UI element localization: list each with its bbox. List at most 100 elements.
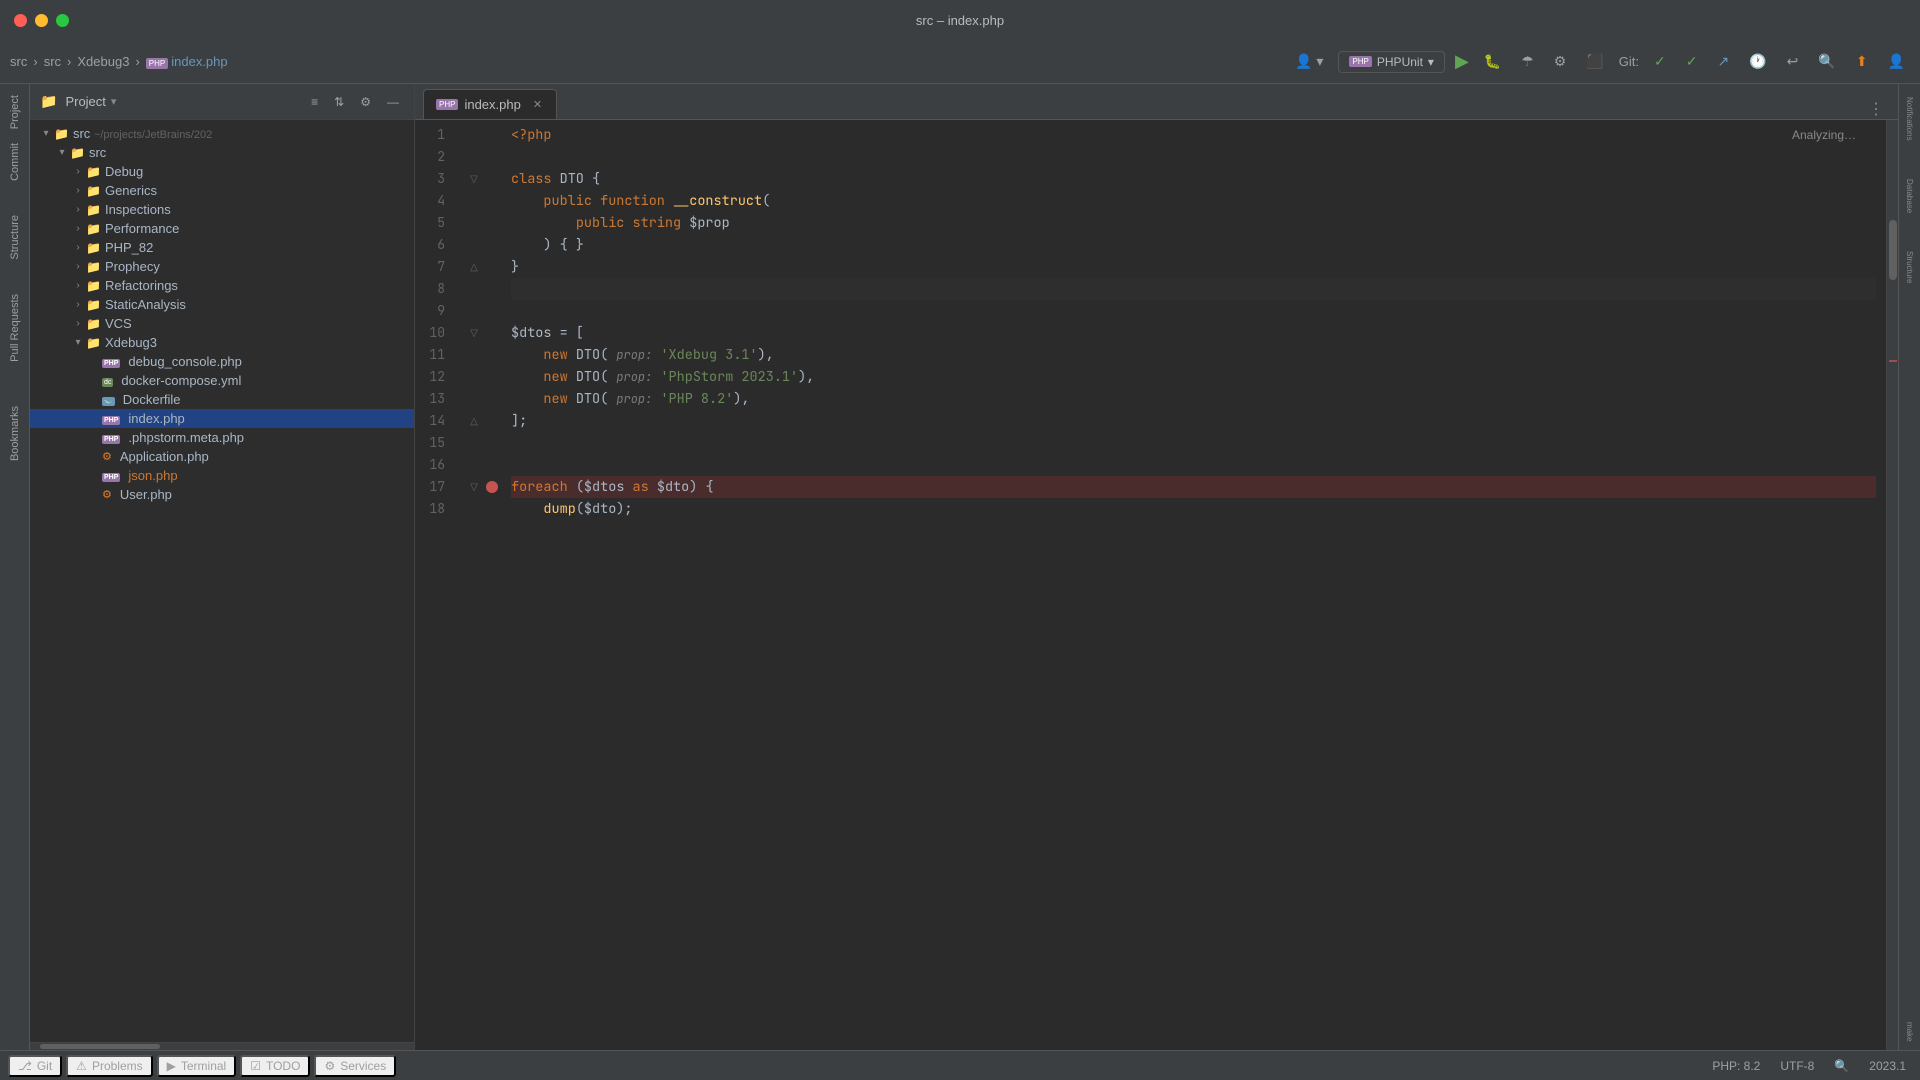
editor-scrollbar[interactable]: [1886, 120, 1898, 1050]
code-line-4: public function __construct(: [511, 190, 1876, 212]
update-button[interactable]: ⬆: [1851, 50, 1873, 73]
php-version[interactable]: PHP: 8.2: [1706, 1059, 1766, 1073]
code-editor[interactable]: <?php class DTO { public function __cons…: [501, 120, 1886, 1050]
tree-item-inspections[interactable]: › 📁 Inspections: [30, 200, 414, 219]
fold-arrow-3[interactable]: ▽: [465, 168, 483, 190]
sidebar-tab-pullrequests[interactable]: Pull Requests: [6, 288, 24, 368]
git-statusbar-icon: ⎇: [18, 1059, 32, 1073]
run-button[interactable]: ▶: [1455, 51, 1469, 72]
fold-arrow-14[interactable]: △: [465, 410, 483, 432]
bp-17[interactable]: [483, 476, 501, 498]
tree-item-index-php[interactable]: PHP index.php: [30, 409, 414, 428]
tree-item-performance[interactable]: › 📁 Performance: [30, 219, 414, 238]
git-check2-button[interactable]: ✓: [1681, 50, 1703, 73]
sidebar-tab-structure-right[interactable]: Structure: [1903, 243, 1916, 291]
close-button[interactable]: [14, 14, 27, 27]
tree-item-debug-console[interactable]: PHP debug_console.php: [30, 352, 414, 371]
tree-item-xdebug3[interactable]: ▾ 📁 Xdebug3: [30, 333, 414, 352]
sidebar-tab-commit[interactable]: Commit: [6, 137, 24, 187]
maximize-button[interactable]: [56, 14, 69, 27]
code-line-1: <?php: [511, 124, 1876, 146]
debug-button[interactable]: 🐛: [1479, 50, 1506, 73]
tree-item-json-php[interactable]: PHP json.php: [30, 466, 414, 485]
sort-button[interactable]: ⇅: [329, 92, 349, 112]
sidebar-tab-bookmarks[interactable]: Bookmarks: [6, 400, 24, 467]
terminal-button[interactable]: ▶ Terminal: [157, 1055, 237, 1077]
fold-arrow-7[interactable]: △: [465, 256, 483, 278]
collapse-all-button[interactable]: ≡: [306, 92, 323, 112]
line-separator[interactable]: 🔍: [1828, 1059, 1855, 1073]
stop-button[interactable]: ⬛: [1581, 50, 1608, 73]
tree-item-generics[interactable]: › 📁 Generics: [30, 181, 414, 200]
services-button[interactable]: ⚙ Services: [314, 1055, 396, 1077]
rollback-button[interactable]: ↩: [1782, 50, 1804, 73]
todo-icon: ☑: [250, 1059, 261, 1073]
tree-item-user-php[interactable]: ⚙ User.php: [30, 485, 414, 504]
tree-item-root[interactable]: ▾ 📁 src ~/projects/JetBrains/202: [30, 124, 414, 143]
search-button[interactable]: 🔍: [1813, 50, 1840, 73]
tree-item-staticanalysis[interactable]: › 📁 StaticAnalysis: [30, 295, 414, 314]
project-tree: ▾ 📁 src ~/projects/JetBrains/202 ▾ 📁 src…: [30, 120, 414, 1042]
code-line-18: dump($dto);: [511, 498, 1876, 520]
sidebar-tab-project[interactable]: Project: [6, 89, 24, 135]
problems-icon: ⚠: [76, 1059, 87, 1073]
bp-13: [483, 388, 501, 410]
sidebar-tab-database[interactable]: Database: [1903, 171, 1916, 221]
hide-panel-button[interactable]: —: [382, 92, 404, 112]
file-icon-index-php: PHP: [102, 413, 120, 425]
tree-item-php82[interactable]: › 📁 PHP_82: [30, 238, 414, 257]
project-header-actions: ≡ ⇅ ⚙ —: [306, 92, 404, 112]
tree-item-debug[interactable]: › 📁 Debug: [30, 162, 414, 181]
scrollbar-thumb[interactable]: [1889, 220, 1897, 280]
left-sidebar-icons: Project Commit Structure Pull Requests B…: [0, 84, 30, 1050]
tree-item-application-php[interactable]: ⚙ Application.php: [30, 447, 414, 466]
tab-index-php[interactable]: PHP index.php ✕: [423, 89, 557, 119]
folder-icon-inspections: 📁: [86, 203, 101, 217]
tree-item-phpstorm-meta[interactable]: PHP .phpstorm.meta.php: [30, 428, 414, 447]
breadcrumb-part-2[interactable]: src: [44, 54, 61, 69]
window-title: src – index.php: [916, 13, 1004, 28]
tree-item-prophecy[interactable]: › 📁 Prophecy: [30, 257, 414, 276]
line-numbers: 1 2 3 4 5 6 7 8 9 10 11 12 13 14 15 16 1…: [415, 120, 465, 1050]
minimize-button[interactable]: [35, 14, 48, 27]
fold-arrow-10[interactable]: ▽: [465, 322, 483, 344]
arrow-refactorings: ›: [70, 280, 86, 291]
code-line-5: public string $prop: [511, 212, 1876, 234]
tree-item-refactorings[interactable]: › 📁 Refactorings: [30, 276, 414, 295]
encoding[interactable]: UTF-8: [1774, 1059, 1820, 1073]
git-check-button[interactable]: ✓: [1649, 50, 1671, 73]
tab-close-button[interactable]: ✕: [531, 98, 544, 111]
ide-version[interactable]: 2023.1: [1863, 1059, 1912, 1073]
tree-item-debug-console-label: debug_console.php: [128, 354, 414, 369]
tree-item-vcs[interactable]: › 📁 VCS: [30, 314, 414, 333]
run-config-button[interactable]: PHP PHPUnit ▾: [1338, 51, 1445, 73]
arrow-staticanalysis: ›: [70, 299, 86, 310]
sidebar-tab-structure[interactable]: Structure: [6, 209, 24, 266]
git-push-button[interactable]: ↗: [1712, 50, 1734, 73]
tree-item-dockerfile[interactable]: 🐳 Dockerfile: [30, 390, 414, 409]
coverage-button[interactable]: ☂: [1516, 50, 1539, 73]
todo-label: TODO: [266, 1059, 300, 1073]
breadcrumb-part-1[interactable]: src: [10, 54, 27, 69]
profile-button[interactable]: 👤 ▾: [1290, 50, 1328, 73]
profile-run-button[interactable]: ⚙: [1549, 50, 1572, 73]
todo-button[interactable]: ☑ TODO: [240, 1055, 310, 1077]
settings-right-button[interactable]: 👤: [1883, 50, 1910, 73]
git-label: Git:: [1619, 54, 1639, 69]
tab-overflow-button[interactable]: ⋮: [1862, 99, 1890, 119]
git-statusbar-button[interactable]: ⎇ Git: [8, 1055, 62, 1077]
tree-scrollbar[interactable]: [30, 1042, 414, 1050]
tree-item-docker-compose[interactable]: dc docker-compose.yml: [30, 371, 414, 390]
tree-scrollbar-thumb[interactable]: [40, 1044, 160, 1049]
history-button[interactable]: 🕐: [1744, 50, 1771, 73]
analyzing-label: Analyzing…: [1792, 128, 1856, 142]
settings-panel-button[interactable]: ⚙: [355, 92, 376, 112]
fold-arrow-17[interactable]: ▽: [465, 476, 483, 498]
breadcrumb-part-4[interactable]: PHPindex.php: [146, 54, 228, 69]
problems-button[interactable]: ⚠ Problems: [66, 1055, 152, 1077]
breadcrumb-part-3[interactable]: Xdebug3: [77, 54, 129, 69]
tree-item-src[interactable]: ▾ 📁 src: [30, 143, 414, 162]
sidebar-tab-notifications[interactable]: Notifications: [1903, 89, 1916, 149]
sidebar-tab-make[interactable]: make: [1903, 1014, 1916, 1050]
tab-icon: PHP: [436, 99, 458, 110]
